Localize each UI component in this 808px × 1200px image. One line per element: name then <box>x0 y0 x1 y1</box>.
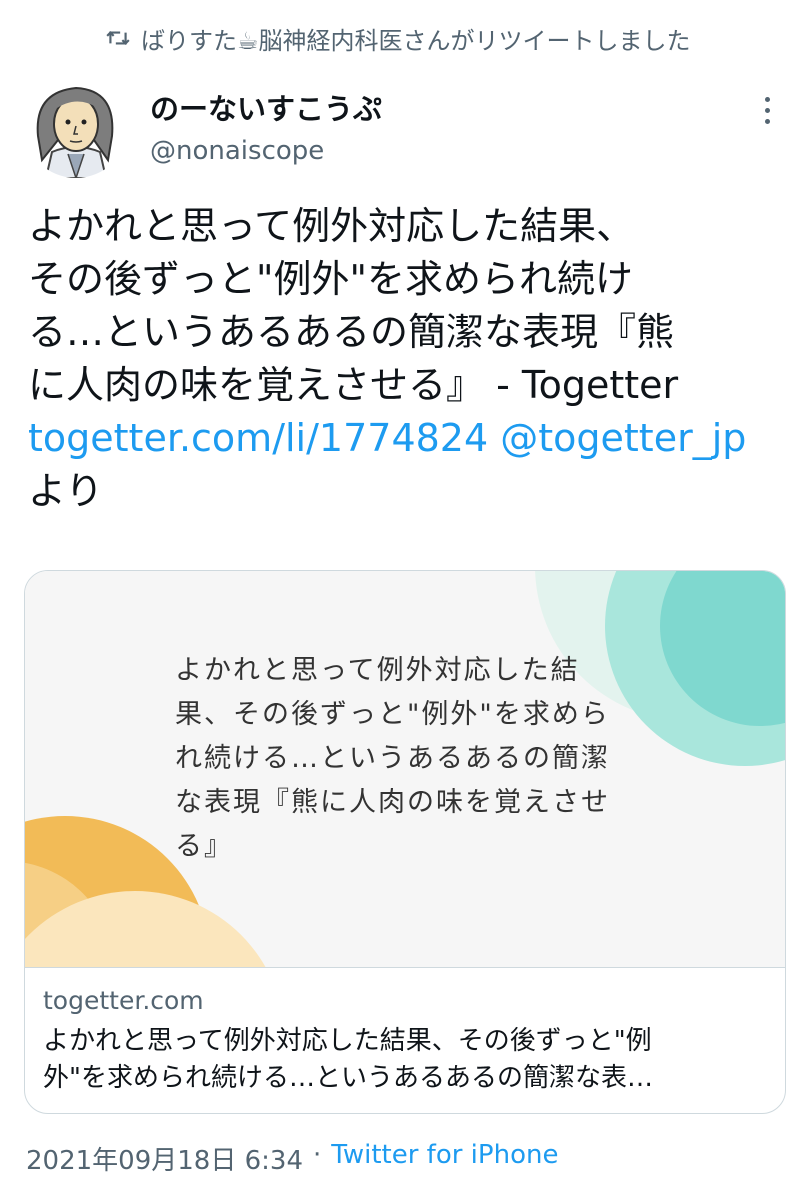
retweet-icon <box>106 31 130 45</box>
card-image: よかれと思って例外対応した結 果、その後ずっと"例外"を求めら れ続ける…という… <box>25 571 785 967</box>
more-dot <box>764 96 770 102</box>
mention-link[interactable]: @togetter_jp <box>500 416 746 460</box>
author-handle[interactable]: @nonaiscope <box>150 136 324 166</box>
tweet-link[interactable]: togetter.com/li/1774824 <box>28 416 488 460</box>
avatar-illustration <box>24 74 128 178</box>
card-image-text: よかれと思って例外対応した結 果、その後ずっと"例外"を求めら れ続ける…という… <box>175 655 610 862</box>
tweet-text: よかれと思って例外対応した結果、 その後ずっと"例外"を求められ続け る…という… <box>28 200 788 518</box>
card-divider <box>25 967 785 968</box>
more-dot <box>764 107 770 113</box>
more-options-icon[interactable] <box>752 88 782 132</box>
retweet-text: ばりすた☕脳神経内科医さんがリツイートしました <box>141 26 691 55</box>
tweet-timestamp[interactable]: 2021年09月18日 6:34 <box>26 1140 303 1177</box>
meta-separator: · <box>313 1140 322 1170</box>
more-dot <box>764 118 770 124</box>
tweet-meta: 2021年09月18日 6:34 · Twitter for iPhone <box>26 1140 558 1177</box>
link-card[interactable]: よかれと思って例外対応した結 果、その後ずっと"例外"を求めら れ続ける…という… <box>24 570 786 1114</box>
avatar[interactable] <box>24 74 128 178</box>
tweet-suffix: より <box>28 469 104 513</box>
card-title: よかれと思って例外対応した結果、その後ずっと"例 外"を求められ続ける…というあ… <box>43 1026 653 1093</box>
tweet-source-link[interactable]: Twitter for iPhone <box>331 1140 558 1177</box>
retweet-indicator[interactable]: ばりすた☕脳神経内科医さんがリツイートしました <box>105 20 691 56</box>
tweet-body: よかれと思って例外対応した結果、 その後ずっと"例外"を求められ続け る…という… <box>28 204 679 407</box>
card-domain: togetter.com <box>43 986 204 1015</box>
author-name[interactable]: のーないすこうぷ <box>150 86 382 128</box>
